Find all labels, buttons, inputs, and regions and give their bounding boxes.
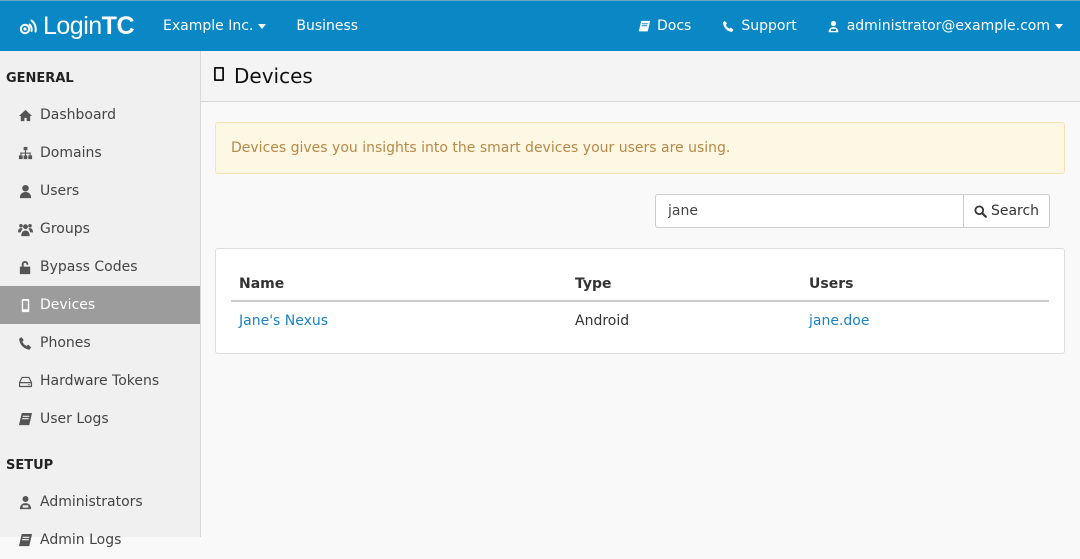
phone-icon xyxy=(16,335,34,351)
sidebar-item-label: Devices xyxy=(40,297,96,313)
user-md-icon xyxy=(16,494,34,510)
sidebar-item-label: Groups xyxy=(40,221,90,237)
sidebar-item-user-logs[interactable]: User Logs xyxy=(0,400,200,438)
sidebar-item-label: Domains xyxy=(40,145,102,161)
search-icon xyxy=(974,204,987,218)
sidebar-item-administrators[interactable]: Administrators xyxy=(0,483,200,521)
caret-down-icon xyxy=(258,23,267,29)
organization-label: Example Inc. xyxy=(163,18,254,34)
docs-label: Docs xyxy=(657,18,692,34)
account-dropdown[interactable]: administrator@example.com xyxy=(812,1,1078,51)
sidebar-item-phones[interactable]: Phones xyxy=(0,324,200,362)
sidebar-item-hardware-tokens[interactable]: Hardware Tokens xyxy=(0,362,200,400)
sidebar-section-setup: SETUP xyxy=(6,458,54,473)
phone-icon xyxy=(721,19,735,33)
device-name-cell: Jane's Nexus xyxy=(231,301,567,339)
sidebar-item-devices[interactable]: Devices xyxy=(0,286,200,324)
organization-dropdown[interactable]: Example Inc. xyxy=(148,1,281,51)
brand-logo[interactable]: LoginTC xyxy=(0,1,148,51)
sidebar-item-label: Admin Logs xyxy=(40,532,122,548)
page-header: Devices xyxy=(201,51,1080,102)
book-icon xyxy=(16,532,34,548)
users-icon xyxy=(16,221,34,237)
sidebar-item-label: Bypass Codes xyxy=(40,259,138,275)
sidebar-item-label: Dashboard xyxy=(40,107,116,123)
column-header-name[interactable]: Name xyxy=(231,267,567,302)
sitemap-icon xyxy=(16,145,34,161)
device-type-cell: Android xyxy=(575,312,630,329)
sidebar-item-label: Administrators xyxy=(40,494,143,510)
sidebar-item-groups[interactable]: Groups xyxy=(0,210,200,248)
plan-label: Business xyxy=(296,18,359,34)
table-header-row: Name Type Users xyxy=(231,267,1049,302)
sidebar-item-domains[interactable]: Domains xyxy=(0,134,200,172)
devices-table: Name Type Users Jane's Nexus Android jan… xyxy=(231,267,1049,339)
search-button-label: Search xyxy=(990,203,1040,219)
user-md-icon xyxy=(827,19,841,33)
sidebar-item-label: User Logs xyxy=(40,411,109,427)
column-header-users[interactable]: Users xyxy=(801,267,1049,302)
docs-link[interactable]: Docs xyxy=(622,1,706,51)
mobile-icon xyxy=(16,297,34,313)
logintc-logo-icon xyxy=(19,19,37,35)
user-icon xyxy=(16,183,34,199)
plan-link[interactable]: Business xyxy=(281,1,373,51)
table-row: Jane's Nexus Android jane.doe xyxy=(231,301,1049,339)
navbar-right: Docs Support administrator@example.com xyxy=(622,1,1080,51)
brand-name-light: Login xyxy=(43,11,102,40)
page-title: Devices xyxy=(234,64,313,88)
unlock-icon xyxy=(16,259,34,275)
brand-name: LoginTC xyxy=(43,11,135,41)
home-icon xyxy=(16,107,34,123)
sidebar-item-users[interactable]: Users xyxy=(0,172,200,210)
column-header-type[interactable]: Type xyxy=(567,267,801,302)
book-icon xyxy=(16,411,34,427)
sidebar-section-general: GENERAL xyxy=(6,71,74,86)
caret-down-icon xyxy=(1055,23,1063,29)
top-navbar: LoginTC Example Inc. Business Docs Suppo… xyxy=(0,0,1080,51)
search-button[interactable]: Search xyxy=(963,194,1050,228)
sidebar: GENERAL Dashboard Domains Users Groups B… xyxy=(0,51,201,548)
sidebar-item-label: Hardware Tokens xyxy=(40,373,160,389)
sidebar-item-admin-logs[interactable]: Admin Logs xyxy=(0,521,200,559)
device-user-link[interactable]: jane.doe xyxy=(809,313,869,329)
device-name-link[interactable]: Jane's Nexus xyxy=(239,313,328,329)
search-form: Search xyxy=(655,194,1050,228)
sidebar-item-label: Phones xyxy=(40,335,91,351)
brand-name-bold: TC xyxy=(101,11,135,40)
hdd-icon xyxy=(16,373,34,389)
account-label: administrator@example.com xyxy=(846,18,1050,34)
info-alert: Devices gives you insights into the smar… xyxy=(215,122,1065,174)
sidebar-item-bypass-codes[interactable]: Bypass Codes xyxy=(0,248,200,286)
mobile-icon xyxy=(213,66,225,86)
search-input[interactable] xyxy=(655,194,963,228)
book-icon xyxy=(637,19,651,33)
device-users-cell: jane.doe xyxy=(801,301,1049,339)
support-label: Support xyxy=(741,18,797,34)
main-content: Devices Devices gives you insights into … xyxy=(201,51,1080,537)
sidebar-item-label: Users xyxy=(40,183,80,199)
support-link[interactable]: Support xyxy=(706,1,811,51)
sidebar-item-dashboard[interactable]: Dashboard xyxy=(0,96,200,134)
devices-panel: Name Type Users Jane's Nexus Android jan… xyxy=(215,248,1065,354)
